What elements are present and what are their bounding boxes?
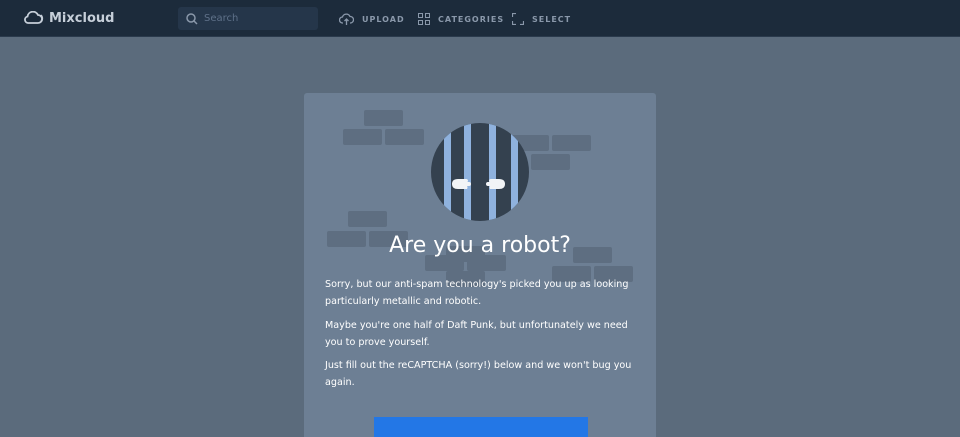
brick-decoration (343, 129, 382, 145)
grid-icon (418, 13, 430, 25)
recaptcha-button[interactable] (374, 417, 588, 437)
nav-upload[interactable]: UPLOAD (339, 11, 405, 27)
nav-upload-label: UPLOAD (362, 14, 405, 24)
cloud-upload-icon (339, 12, 354, 26)
mixcloud-cloud-icon (23, 11, 45, 25)
captcha-message-1: Sorry, but our anti-spam technology's pi… (325, 279, 629, 307)
jail-bar (464, 123, 471, 221)
select-icon (512, 13, 524, 25)
robot-hand-right-icon (486, 179, 505, 189)
nav-categories-label: CATEGORIES (438, 14, 505, 24)
robot-hand-left-icon (452, 179, 471, 189)
captcha-card: Are you a robot? Sorry, but our anti-spa… (304, 93, 656, 437)
brick-decoration (364, 110, 403, 126)
jail-bar (511, 123, 518, 221)
captcha-message-2: Maybe you're one half of Daft Punk, but … (325, 320, 628, 348)
search-box[interactable] (178, 7, 318, 30)
mixcloud-logo[interactable]: Mixcloud (23, 9, 114, 27)
top-navigation-bar: Mixcloud UPLOAD CATEGO (0, 0, 960, 37)
nav-categories[interactable]: CATEGORIES (418, 11, 504, 27)
brick-decoration (348, 211, 387, 227)
page-title: Are you a robot? (389, 233, 571, 258)
brick-decoration (385, 129, 424, 145)
nav-select[interactable]: SELECT (512, 11, 571, 27)
jail-bar (489, 123, 496, 221)
brick-decoration (531, 154, 570, 170)
nav-select-label: SELECT (532, 14, 572, 24)
jail-bar (444, 123, 451, 221)
brick-decoration (552, 135, 591, 151)
logo-text: Mixcloud (49, 10, 115, 26)
search-input[interactable] (204, 13, 304, 24)
jailed-robot-illustration (431, 123, 529, 221)
search-icon (186, 12, 198, 25)
captcha-message-3: Just fill out the reCAPTCHA (sorry!) bel… (325, 360, 632, 388)
